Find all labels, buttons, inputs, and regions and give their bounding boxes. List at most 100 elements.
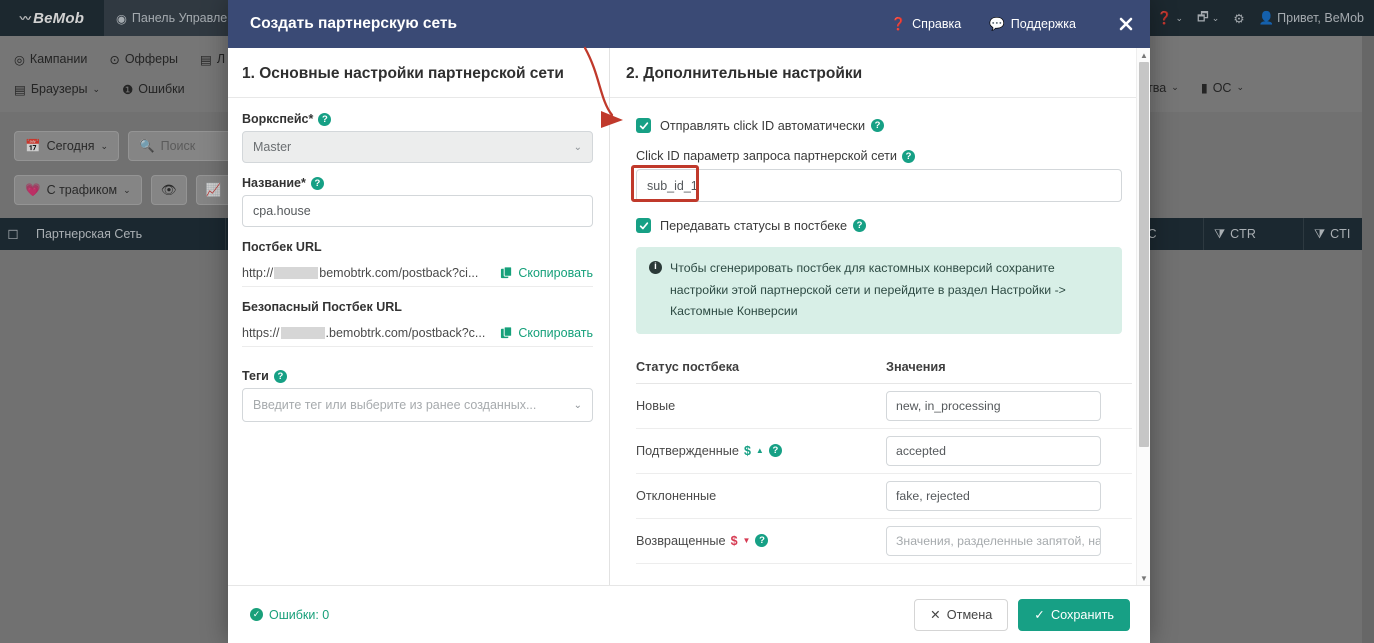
modal-header: Создать партнерскую сеть ❓ Справка 💬 Под… <box>228 0 1150 48</box>
auto-clickid-label: Отправлять click ID автоматически ? <box>660 119 885 133</box>
redacted-block <box>280 326 325 339</box>
status-name: Новые <box>636 398 676 413</box>
modal-footer: ✓ Ошибки: 0 ✕ Отмена ✓ Сохранить <box>228 585 1150 643</box>
pass-statuses-checkbox[interactable] <box>636 218 651 234</box>
pass-statuses-label: Передавать статусы в постбеке ? <box>660 219 866 233</box>
status-name: Подтвержденные $ ▲ ? <box>636 444 886 458</box>
advanced-settings-header: 2. Дополнительные настройки <box>610 48 1150 99</box>
scroll-down-arrow-icon[interactable]: ▼ <box>1137 571 1151 585</box>
secure-postback-url-label: Безопасный Постбек URL <box>242 300 402 315</box>
scroll-up-arrow-icon[interactable]: ▲ <box>1137 48 1151 62</box>
check-icon: ✓ <box>1034 608 1045 622</box>
copy-postback-url-button[interactable]: Скопировать <box>500 266 593 280</box>
secure-postback-url-field: Безопасный Постбек URL https:// .bemobtr… <box>242 300 593 348</box>
clickid-param-label: Click ID параметр запроса партнерской се… <box>636 149 1122 163</box>
advanced-settings-heading: 2. Дополнительные настройки <box>626 65 863 82</box>
advanced-settings-pane: 2. Дополнительные настройки Отправлять c… <box>610 48 1150 585</box>
clickid-param-value: sub_id_1 <box>647 178 698 193</box>
help-icon[interactable]: ? <box>318 112 332 126</box>
copy-label: Скопировать <box>518 265 593 280</box>
tags-field: Теги ? Введите тег или выберите из ранее… <box>242 369 593 423</box>
help-link-label: Справка <box>912 17 962 31</box>
modal-title: Создать партнерскую сеть <box>250 15 458 32</box>
clickid-param-input[interactable]: sub_id_1 <box>636 169 1122 203</box>
close-x-icon: ✕ <box>930 608 941 622</box>
arrow-down-icon: ▼ <box>742 536 751 546</box>
save-label: Сохранить <box>1050 607 1114 622</box>
status-name: Отклоненные <box>636 488 717 503</box>
name-value: cpa.house <box>253 204 311 219</box>
dollar-icon: $ <box>743 443 751 458</box>
column-header-status: Статус постбека <box>636 353 886 384</box>
tags-placeholder: Введите тег или выберите из ранее создан… <box>253 398 537 413</box>
support-link-label: Поддержка <box>1010 17 1076 31</box>
help-icon[interactable]: ? <box>755 534 769 548</box>
secure-postback-url-row: https:// .bemobtrk.com/postback?c... Ско… <box>242 319 593 348</box>
table-row: Отклоненные fake, rejected <box>636 473 1132 519</box>
dollar-icon: $ <box>730 533 738 548</box>
help-icon[interactable]: ? <box>310 176 324 190</box>
postback-url-field: Постбек URL http:// bemobtrk.com/postbac… <box>242 240 593 288</box>
basic-settings-pane: 1. Основные настройки партнерской сети В… <box>228 48 610 585</box>
name-label: Название* ? <box>242 176 593 190</box>
help-icon[interactable]: ? <box>273 369 287 383</box>
redacted-block <box>274 266 319 279</box>
cancel-label: Отмена <box>946 607 993 622</box>
table-body: Новые new, in_processing Подтвержденные … <box>636 383 1132 564</box>
help-link[interactable]: ❓ Справка <box>877 17 976 32</box>
status-value-input[interactable]: new, in_processing <box>886 390 1101 421</box>
basic-settings-heading: 1. Основные настройки партнерской сети <box>242 65 564 82</box>
help-icon[interactable]: ? <box>768 444 782 458</box>
scrollbar-thumb[interactable] <box>1139 62 1149 447</box>
status-value-input[interactable]: fake, rejected <box>886 480 1101 511</box>
status-value-input[interactable]: accepted <box>886 435 1101 466</box>
status-value-input[interactable]: Значения, разделенные запятой, наг <box>886 525 1101 556</box>
footer-buttons: ✕ Отмена ✓ Сохранить <box>914 598 1130 631</box>
workspace-select[interactable]: Master ⌄ <box>242 131 593 164</box>
save-button[interactable]: ✓ Сохранить <box>1018 598 1130 631</box>
auto-clickid-checkbox-row: Отправлять click ID автоматически ? <box>636 118 1122 134</box>
close-icon[interactable] <box>1102 0 1150 48</box>
postback-url-value: http:// bemobtrk.com/postback?ci... <box>242 265 479 280</box>
column-header-values: Значения <box>886 353 1132 384</box>
postback-url-row: http:// bemobtrk.com/postback?ci... Скоп… <box>242 259 593 288</box>
table-row: Возвращенные $ ▼ ? Значения, разделенные… <box>636 518 1132 564</box>
clickid-param-wrap: sub_id_1 <box>631 165 1122 203</box>
help-icon[interactable]: ? <box>902 149 916 163</box>
copy-label: Скопировать <box>518 325 593 340</box>
modal-scrollbar[interactable]: ▲ ▼ <box>1136 48 1150 585</box>
basic-settings-header: 1. Основные настройки партнерской сети <box>228 48 609 99</box>
tags-select[interactable]: Введите тег или выберите из ранее создан… <box>242 388 593 423</box>
clickid-param-field: Click ID параметр запроса партнерской се… <box>631 149 1122 203</box>
arrow-up-icon: ▲ <box>755 446 764 456</box>
errors-label: Ошибки: 0 <box>269 607 330 622</box>
table-row: Подтвержденные $ ▲ ? accepted <box>636 428 1132 474</box>
auto-clickid-checkbox[interactable] <box>636 118 651 134</box>
workspace-field: Воркспейс* ? Master ⌄ <box>242 112 593 164</box>
pass-statuses-checkbox-row: Передавать статусы в постбеке ? <box>636 218 1122 234</box>
cancel-button[interactable]: ✕ Отмена <box>914 598 1009 631</box>
table-header-row: Статус постбека Значения <box>636 353 1132 384</box>
basic-settings-content: Воркспейс* ? Master ⌄ Название* ? cpa.ho… <box>228 98 609 585</box>
help-icon[interactable]: ? <box>871 119 885 133</box>
support-link[interactable]: 💬 Поддержка <box>975 17 1090 32</box>
table-row: Новые new, in_processing <box>636 383 1132 429</box>
modal-body: 1. Основные настройки партнерской сети В… <box>228 48 1150 585</box>
modal-header-actions: ❓ Справка 💬 Поддержка <box>877 0 1150 48</box>
workspace-value: Master <box>253 140 292 155</box>
help-circle-icon: ❓ <box>890 16 907 31</box>
info-note: i Чтобы сгенерировать постбек для кастом… <box>636 247 1122 334</box>
tags-label: Теги ? <box>242 369 593 383</box>
chevron-down-icon: ⌄ <box>573 399 582 411</box>
check-circle-icon: ✓ <box>250 608 263 621</box>
help-icon[interactable]: ? <box>853 219 866 233</box>
info-icon: i <box>649 261 662 275</box>
advanced-settings-content: Отправлять click ID автоматически ? Clic… <box>610 98 1150 585</box>
secure-postback-url-value: https:// .bemobtrk.com/postback?c... <box>242 325 486 340</box>
name-field: Название* ? cpa.house <box>242 176 593 228</box>
errors-status: ✓ Ошибки: 0 <box>250 608 329 622</box>
name-input[interactable]: cpa.house <box>242 195 593 228</box>
create-affiliate-network-modal: Создать партнерскую сеть ❓ Справка 💬 Под… <box>228 0 1150 643</box>
status-name: Возвращенные $ ▼ ? <box>636 534 886 548</box>
copy-secure-postback-url-button[interactable]: Скопировать <box>500 326 593 340</box>
